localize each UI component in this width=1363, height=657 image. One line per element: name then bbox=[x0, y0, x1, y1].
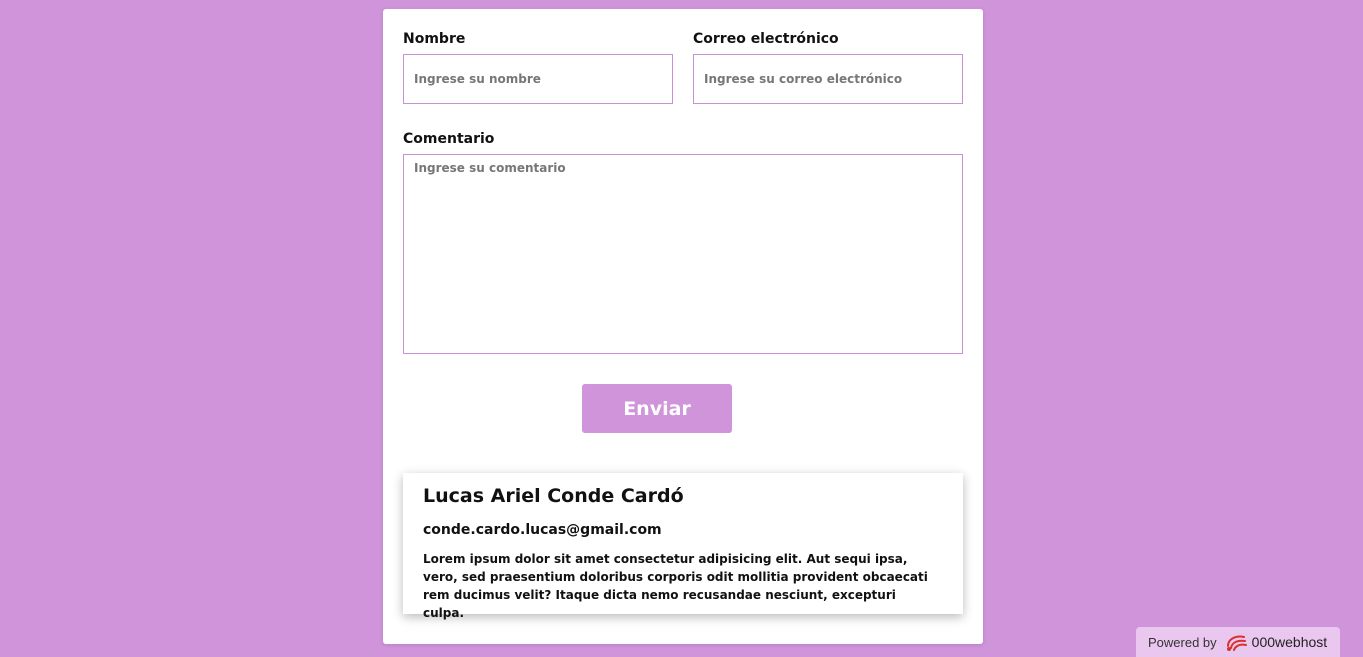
profile-bio: Lorem ipsum dolor sit amet consectetur a… bbox=[423, 552, 928, 620]
email-label: Correo electrónico bbox=[693, 31, 839, 47]
name-label: Nombre bbox=[403, 31, 466, 47]
profile-email: conde.cardo.lucas@gmail.com bbox=[423, 522, 662, 538]
comment-label: Comentario bbox=[403, 131, 495, 147]
000webhost-logo-icon bbox=[1224, 632, 1248, 652]
brand-name: 000webhost bbox=[1251, 634, 1328, 650]
powered-by-text: Powered by bbox=[1148, 634, 1217, 650]
form-card: Nombre Correo electrónico Comentario Env… bbox=[383, 9, 983, 644]
profile-card: Lucas Ariel Conde Cardó conde.cardo.luca… bbox=[403, 473, 963, 620]
profile-name: Lucas Ariel Conde Cardó bbox=[423, 485, 684, 507]
email-input[interactable] bbox=[693, 54, 963, 104]
comment-textarea[interactable] bbox=[403, 154, 963, 354]
submit-button[interactable]: Enviar bbox=[582, 384, 732, 433]
name-input[interactable] bbox=[403, 54, 673, 104]
